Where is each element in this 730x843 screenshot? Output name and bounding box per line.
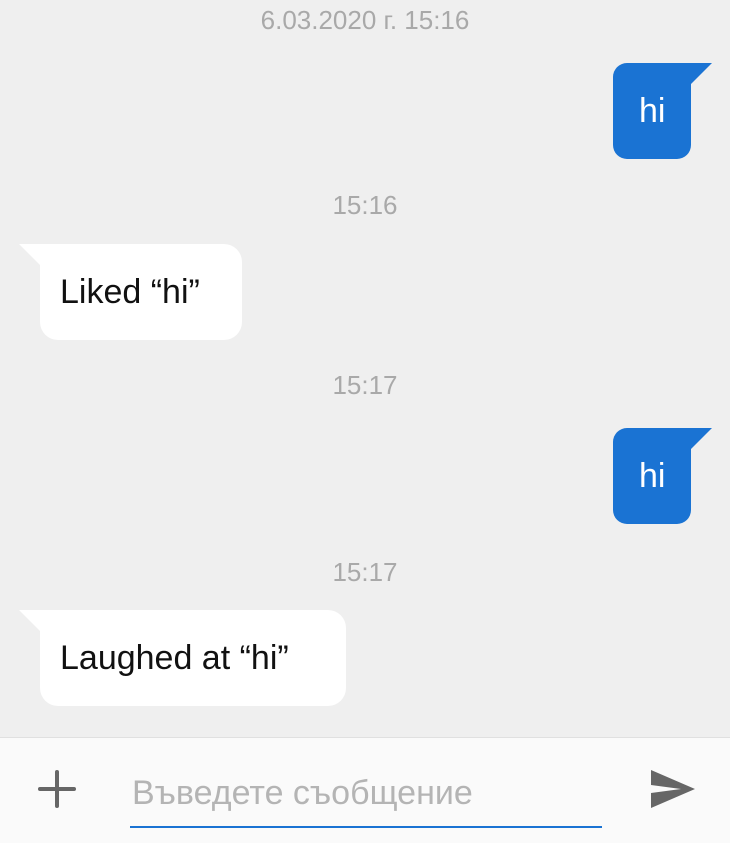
bubble-tail — [690, 428, 712, 450]
bubble-tail — [19, 244, 41, 266]
message-text: Liked “hi” — [60, 273, 200, 311]
message-timestamp: 15:17 — [332, 557, 398, 587]
bubble-tail — [19, 610, 41, 632]
message-thread-screen: 6.03.2020 г. 15:16 hi 15:16 Liked “hi” 1… — [0, 0, 730, 843]
send-button[interactable] — [648, 766, 698, 812]
outgoing-message-bubble[interactable]: hi — [613, 428, 691, 524]
outgoing-message-bubble[interactable]: hi — [613, 63, 691, 159]
incoming-message-bubble[interactable]: Laughed at “hi” — [40, 610, 346, 706]
date-header: 6.03.2020 г. 15:16 — [260, 5, 470, 35]
message-text: Laughed at “hi” — [60, 639, 289, 677]
message-input[interactable] — [130, 760, 602, 828]
add-attachment-button[interactable] — [34, 766, 80, 812]
message-text: hi — [639, 92, 666, 130]
plus-icon — [38, 770, 76, 808]
message-timestamp: 15:16 — [332, 190, 398, 220]
send-icon — [651, 770, 695, 808]
message-composer — [0, 737, 730, 843]
incoming-message-bubble[interactable]: Liked “hi” — [40, 244, 242, 340]
bubble-tail — [690, 63, 712, 85]
message-text: hi — [639, 457, 666, 495]
message-timestamp: 15:17 — [332, 370, 398, 400]
